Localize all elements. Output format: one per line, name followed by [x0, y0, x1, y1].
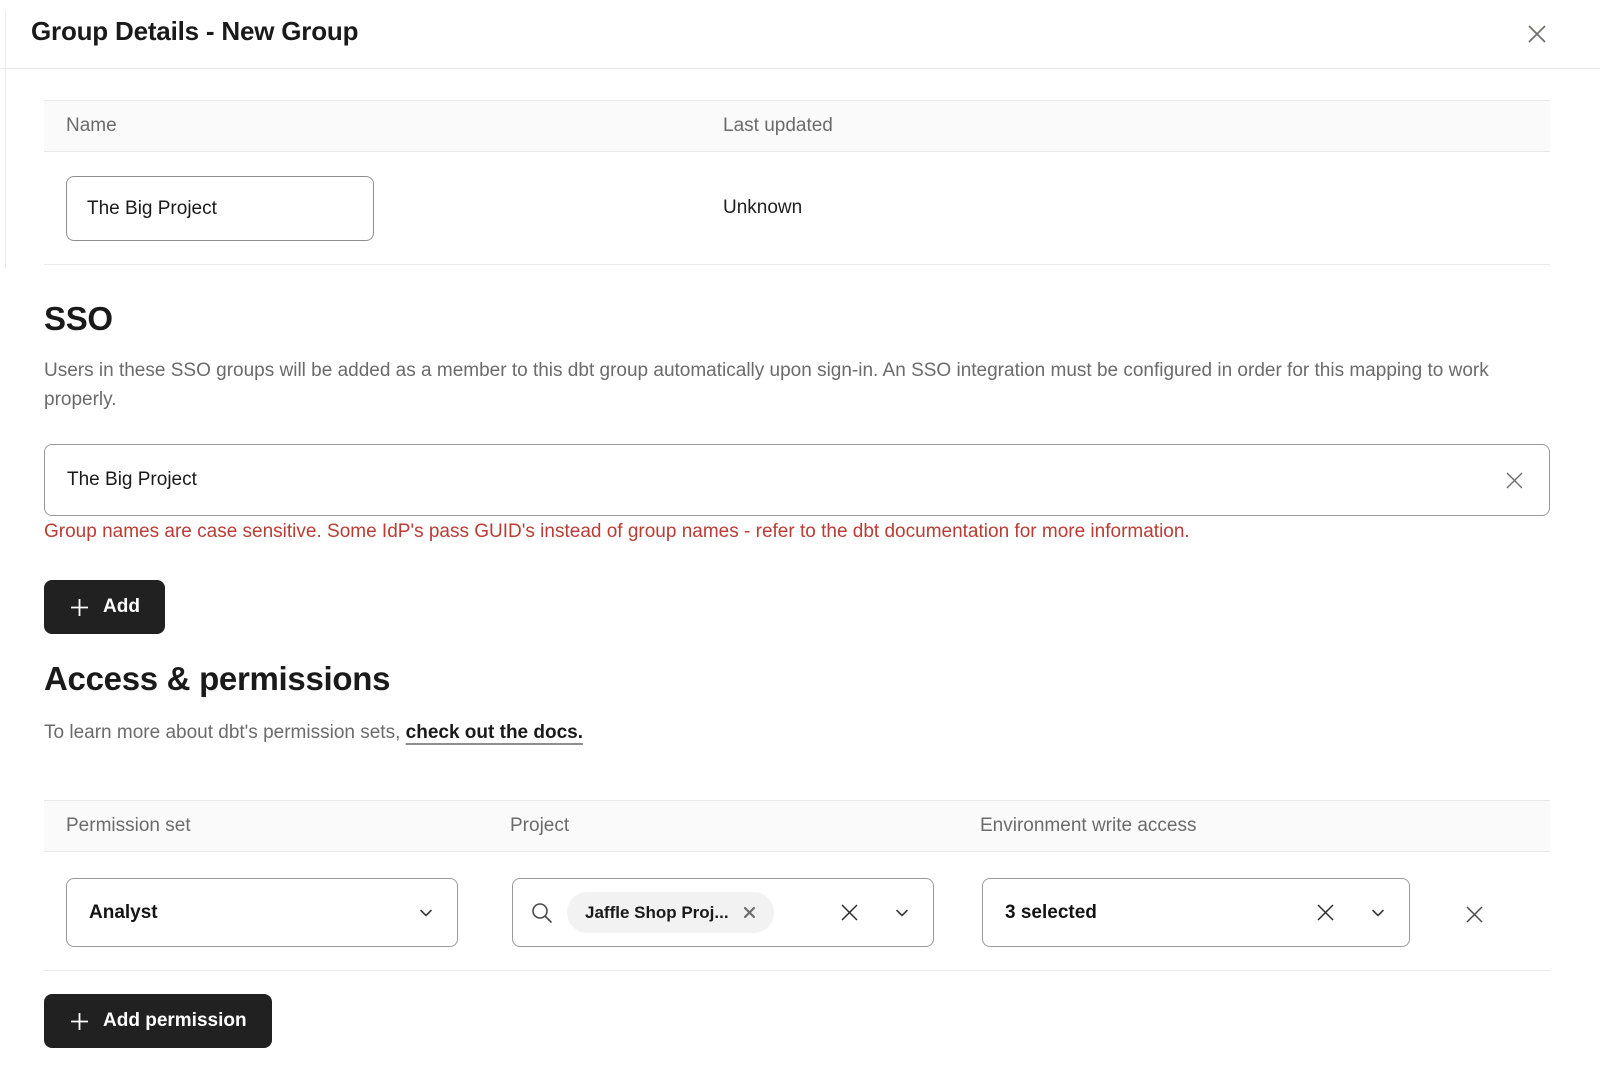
- permission-row: Analyst Jaffle Shop Proj...: [44, 852, 1550, 971]
- sso-group-name-input[interactable]: [44, 444, 1550, 516]
- modal-edge-line: [5, 10, 6, 268]
- permissions-header-row: Permission set Project Environment write…: [44, 800, 1550, 852]
- access-permissions-heading: Access & permissions: [44, 660, 390, 698]
- group-info-table: Name Last updated Unknown: [44, 100, 1550, 265]
- project-multiselect[interactable]: Jaffle Shop Proj...: [512, 878, 934, 947]
- add-permission-button[interactable]: Add permission: [44, 994, 272, 1048]
- plus-icon: [69, 597, 90, 618]
- last-updated-value: Unknown: [723, 152, 802, 264]
- docs-link[interactable]: check out the docs.: [406, 722, 583, 743]
- column-header-name: Name: [66, 115, 117, 137]
- chip-remove-button[interactable]: [741, 904, 758, 921]
- group-table-row: Unknown: [44, 152, 1550, 265]
- header-divider: [0, 68, 1600, 69]
- clear-icon: [1501, 467, 1528, 494]
- project-clear-button[interactable]: [831, 895, 867, 931]
- close-button[interactable]: [1516, 13, 1558, 55]
- chevron-down-icon: [417, 904, 435, 922]
- search-icon: [529, 900, 555, 926]
- remove-permission-row-button[interactable]: [1452, 892, 1496, 936]
- sso-clear-button[interactable]: [1494, 460, 1534, 500]
- sso-description: Users in these SSO groups will be added …: [44, 356, 1522, 414]
- chip-remove-icon: [743, 906, 756, 919]
- environment-clear-button[interactable]: [1307, 895, 1343, 931]
- close-icon: [1522, 19, 1552, 49]
- add-sso-group-button[interactable]: Add: [44, 580, 165, 634]
- environment-selected-value: 3 selected: [1005, 902, 1097, 924]
- column-header-last-updated: Last updated: [723, 115, 833, 137]
- group-name-input[interactable]: [66, 176, 374, 241]
- add-permission-button-label: Add permission: [103, 1010, 247, 1032]
- sso-group-field: [44, 444, 1550, 516]
- environment-write-access-select[interactable]: 3 selected: [982, 878, 1410, 947]
- sso-warning-text: Group names are case sensitive. Some IdP…: [44, 521, 1190, 543]
- page-title: Group Details - New Group: [31, 16, 358, 47]
- docs-line: To learn more about dbt's permission set…: [44, 722, 583, 744]
- permission-set-select[interactable]: Analyst: [66, 878, 458, 947]
- docs-intro-text: To learn more about dbt's permission set…: [44, 722, 406, 743]
- add-button-label: Add: [103, 596, 140, 618]
- remove-row-icon: [1461, 901, 1488, 928]
- project-chip: Jaffle Shop Proj...: [567, 892, 774, 933]
- clear-icon: [1313, 900, 1338, 925]
- column-header-environment: Environment write access: [980, 815, 1196, 837]
- sso-heading: SSO: [44, 300, 113, 338]
- group-table-header-row: Name Last updated: [44, 100, 1550, 152]
- permissions-table: Permission set Project Environment write…: [44, 800, 1550, 971]
- permission-set-value: Analyst: [89, 902, 158, 924]
- column-header-project: Project: [510, 815, 569, 837]
- chevron-down-icon: [1369, 904, 1387, 922]
- plus-icon: [69, 1011, 90, 1032]
- chevron-down-icon: [893, 904, 911, 922]
- project-chip-label: Jaffle Shop Proj...: [585, 903, 729, 923]
- group-details-modal: Group Details - New Group Name Last upda…: [0, 0, 1600, 1078]
- column-header-permission-set: Permission set: [66, 815, 191, 837]
- clear-icon: [837, 900, 862, 925]
